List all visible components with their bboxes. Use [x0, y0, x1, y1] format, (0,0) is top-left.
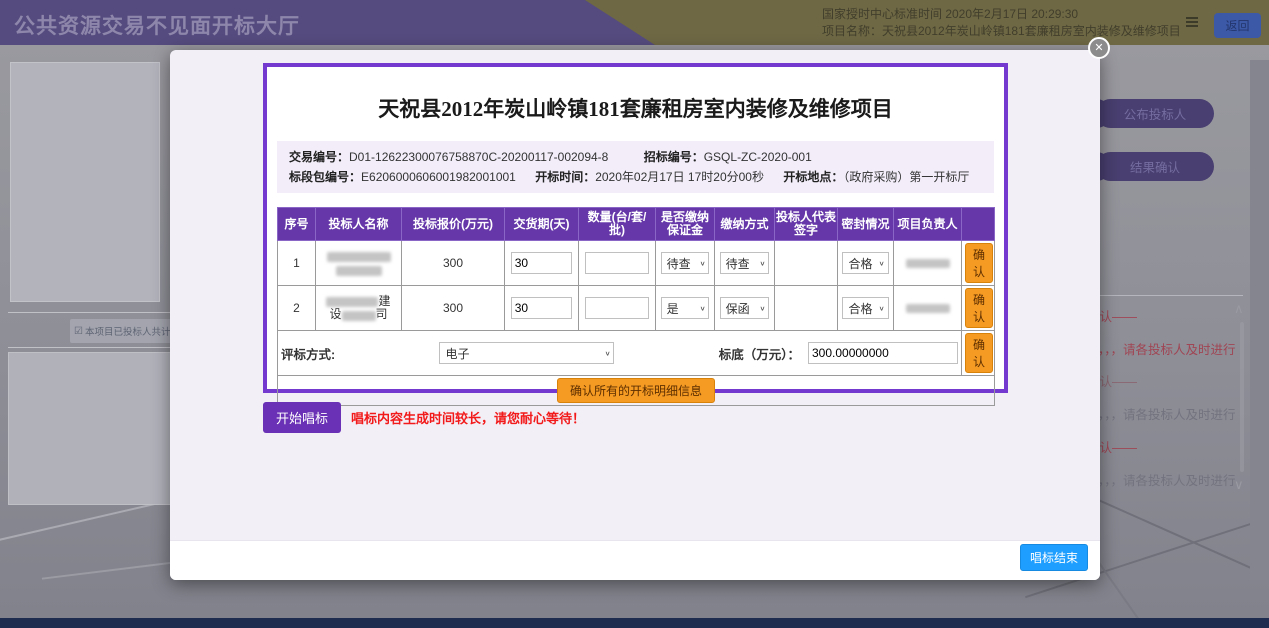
chevron-down-icon: ∨ [760, 304, 766, 311]
modal-footer: 唱标结束 [170, 540, 1100, 580]
tender-no-label: 招标编号： [644, 150, 704, 164]
open-time-label: 开标时间： [535, 170, 595, 184]
bid-table: 序号 投标人名称 投标报价(万元) 交货期(天) 数量(台/套/批) 是否缴纳保… [277, 207, 995, 406]
chevron-down-icon: ∨ [700, 259, 706, 266]
signature-cell [775, 286, 838, 331]
col-seal: 密封情况 [838, 208, 894, 241]
col-no: 序号 [278, 208, 316, 241]
section-no-value: E6206000606001982001001 [361, 170, 516, 184]
confirm-all-button[interactable]: 确认所有的开标明细信息 [557, 378, 715, 403]
bid-opening-modal: ✕ 天祝县2012年炭山岭镇181套廉租房室内装修及维修项目 交易编号：D01-… [170, 50, 1100, 580]
info-line-1: 交易编号：D01-12622300076758870C-20200117-002… [289, 147, 982, 167]
paymethod-select[interactable]: 待查∨ [720, 252, 770, 274]
bid-price: 300 [402, 286, 505, 331]
start-chant-button[interactable]: 开始唱标 [263, 402, 341, 433]
publish-bidders-button[interactable]: 公布投标人 [1096, 99, 1214, 128]
open-time-value: 2020年02月17日 17时20分00秒 [595, 170, 764, 184]
seal-select[interactable]: 合格∨ [842, 252, 888, 274]
checkbox-icon: ☑ [74, 326, 83, 337]
hall-right-column [1250, 60, 1269, 580]
feed-item: ，，，请各投标人及时进行 [1098, 339, 1236, 358]
table-row: 2 建 设司 300 是∨ 保函∨ 合格∨ 确认 [278, 286, 995, 331]
standard-time-text: 国家授时中心标准时间 2020年2月17日 20:29:30 [822, 6, 1181, 23]
app-title: 公共资源交易不见面开标大厅 [14, 10, 300, 40]
scroll-up-icon[interactable]: ∧ [1234, 301, 1244, 317]
row-no: 1 [278, 241, 316, 286]
page: ☑ 本项目已投标人共计 1家 公共资源交易不见面开标大厅 国家授时中心标准时间 … [0, 0, 1269, 628]
open-place-label: 开标地点： [783, 170, 843, 184]
base-price-label: 标底（万元）： [719, 344, 800, 363]
col-action [962, 208, 995, 241]
row-no: 2 [278, 286, 316, 331]
chevron-down-icon: ∨ [760, 259, 766, 266]
section-no-label: 标段包编号： [289, 170, 361, 184]
info-line-2: 标段包编号：E6206000606001982001001 开标时间：2020年… [289, 167, 982, 187]
col-price: 投标报价(万元) [402, 208, 505, 241]
seal-select[interactable]: 合格∨ [842, 297, 888, 319]
bidder-name-redacted: 建 设司 [316, 286, 402, 331]
eval-row: 评标方式: 电子∨ 标底（万元）： 确认 [278, 331, 995, 376]
confirm-row-button[interactable]: 确认 [965, 243, 993, 283]
back-button[interactable]: 返回 [1214, 13, 1261, 38]
feed-item: ，，，请各投标人及时进行 [1098, 470, 1236, 489]
bidders-count-text: 本项目已投标人共计 1家 [85, 324, 172, 338]
bid-details-box: 天祝县2012年炭山岭镇181套廉租房室内装修及维修项目 交易编号：D01-12… [263, 63, 1008, 393]
page-footer-bar [0, 618, 1269, 628]
col-delivery: 交货期(天) [505, 208, 579, 241]
deposit-select[interactable]: 待查∨ [661, 252, 710, 274]
bidder-name-redacted [316, 241, 402, 286]
delivery-input[interactable] [511, 252, 573, 274]
manager-redacted [894, 286, 962, 331]
col-signature: 投标人代表签字 [775, 208, 838, 241]
chevron-down-icon: ∨ [879, 304, 885, 311]
table-row: 1 300 待查∨ 待查∨ 合格∨ 确认 [278, 241, 995, 286]
feed-item: ，，，请各投标人及时进行 [1098, 404, 1236, 423]
top-header-bar: 公共资源交易不见面开标大厅 国家授时中心标准时间 2020年2月17日 20:2… [0, 0, 1269, 45]
chevron-down-icon: ∨ [700, 304, 706, 311]
quantity-input[interactable] [585, 252, 649, 274]
bid-info-panel: 交易编号：D01-12622300076758870C-20200117-002… [277, 141, 994, 193]
menu-icon [1186, 17, 1198, 29]
eval-method-select[interactable]: 电子∨ [439, 342, 614, 364]
table-header-row: 序号 投标人名称 投标报价(万元) 交货期(天) 数量(台/套/批) 是否缴纳保… [278, 208, 995, 241]
chant-wait-note: 唱标内容生成时间较长，请您耐心等待！ [351, 408, 585, 427]
eval-method-label: 评标方式: [281, 344, 335, 363]
col-quantity: 数量(台/套/批) [579, 208, 656, 241]
delivery-input[interactable] [511, 297, 573, 319]
scrollbar-track[interactable] [1240, 322, 1244, 472]
trade-no-value: D01-12622300076758870C-20200117-002094-8 [349, 150, 608, 164]
open-place-value: （政府采购）第一开标厅 [843, 170, 969, 184]
header-info-block: 国家授时中心标准时间 2020年2月17日 20:29:30 项目名称：天祝县2… [822, 6, 1181, 40]
start-chant-row: 开始唱标 唱标内容生成时间较长，请您耐心等待！ [263, 402, 585, 433]
deposit-select[interactable]: 是∨ [661, 297, 710, 319]
confirm-row-button[interactable]: 确认 [965, 333, 993, 373]
paymethod-select[interactable]: 保函∨ [720, 297, 770, 319]
left-panel-upper [10, 62, 160, 302]
project-title: 天祝县2012年炭山岭镇181套廉租房室内装修及维修项目 [277, 93, 994, 123]
chant-finish-button[interactable]: 唱标结束 [1020, 544, 1088, 571]
project-name-text: 项目名称：天祝县2012年炭山岭镇181套廉租房室内装修及维修项目 [822, 23, 1181, 40]
base-price-input[interactable] [808, 342, 958, 364]
result-confirm-button[interactable]: 结果确认 [1096, 152, 1214, 181]
bidders-count-note: ☑ 本项目已投标人共计 1家 [70, 319, 172, 343]
tender-no-value: GSQL-ZC-2020-001 [704, 150, 812, 164]
quantity-input[interactable] [585, 297, 649, 319]
col-paymethod: 缴纳方式 [715, 208, 775, 241]
col-bidder: 投标人名称 [316, 208, 402, 241]
manager-redacted [894, 241, 962, 286]
scroll-down-icon[interactable]: ∨ [1234, 477, 1244, 493]
col-deposit: 是否缴纳保证金 [656, 208, 715, 241]
bid-price: 300 [402, 241, 505, 286]
trade-no-label: 交易编号： [289, 150, 349, 164]
signature-cell [775, 241, 838, 286]
col-manager: 项目负责人 [894, 208, 962, 241]
chevron-down-icon: ∨ [879, 259, 885, 266]
confirm-row-button[interactable]: 确认 [965, 288, 993, 328]
confirm-all-row: 确认所有的开标明细信息 [278, 376, 995, 406]
close-icon[interactable]: ✕ [1088, 37, 1110, 59]
chevron-down-icon: ∨ [605, 349, 611, 356]
